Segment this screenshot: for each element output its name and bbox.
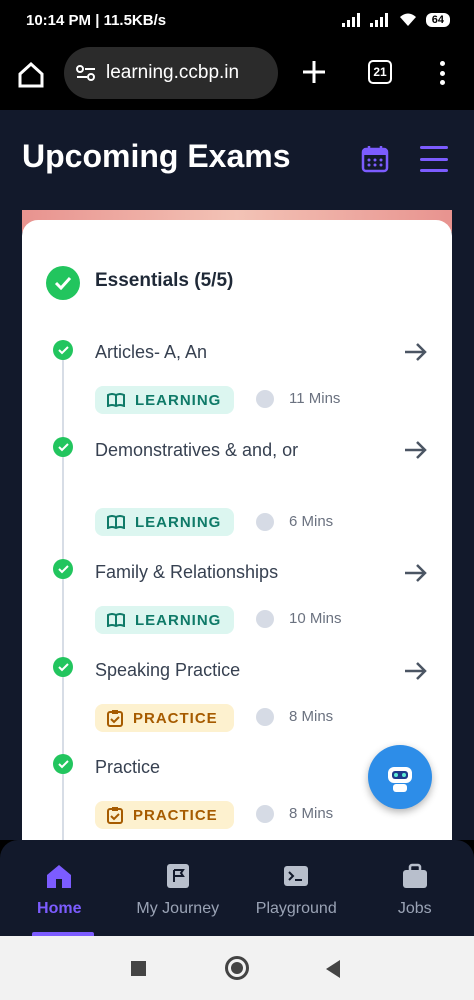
clipboard-icon <box>107 807 123 824</box>
clipboard-icon <box>107 710 123 727</box>
section-title: Essentials (5/5) <box>95 270 234 291</box>
nav-item-playground[interactable]: Playground <box>237 840 356 936</box>
new-tab-icon[interactable] <box>300 58 328 86</box>
duration-text: 6 Mins <box>289 513 334 530</box>
recent-apps-icon[interactable] <box>131 961 146 976</box>
section-complete-check-icon <box>46 266 80 300</box>
badge-label: LEARNING <box>135 513 222 531</box>
app-header: Upcoming Exams <box>0 110 474 210</box>
complete-check-icon <box>53 559 73 579</box>
browser-menu-icon[interactable] <box>432 58 452 88</box>
item-title: Speaking Practice <box>95 660 241 680</box>
clock-icon <box>256 610 274 628</box>
robot-icon <box>388 767 412 792</box>
browser-toolbar: learning.ccbp.in 21 <box>0 44 474 110</box>
signal-icon <box>341 13 360 27</box>
chatbot-button[interactable] <box>368 745 432 809</box>
item-title: Articles- A, An <box>95 342 208 362</box>
system-home-icon[interactable] <box>225 956 249 980</box>
status-bar: 10:14 PM | 11.5KB/s 64 <box>0 0 474 44</box>
clock-icon <box>256 805 274 823</box>
terminal-icon <box>284 866 309 886</box>
nav-label: My Journey <box>136 900 220 917</box>
site-settings-icon[interactable] <box>76 64 96 82</box>
battery-indicator: 64 <box>425 13 450 27</box>
duration-text: 11 Mins <box>289 390 341 407</box>
item-title: Family & Relationships <box>95 562 279 582</box>
nav-item-my-journey[interactable]: My Journey <box>119 840 238 936</box>
learning-badge: LEARNING <box>95 606 234 634</box>
complete-check-icon <box>53 754 73 774</box>
badge-label: LEARNING <box>135 391 222 409</box>
clock-icon <box>256 390 274 408</box>
nav-label: Playground <box>255 900 337 917</box>
duration-text: 10 Mins <box>289 610 342 627</box>
address-bar[interactable]: learning.ccbp.in <box>64 47 278 99</box>
clock-icon <box>256 708 274 726</box>
badge-label: LEARNING <box>135 611 222 629</box>
nav-label: Home <box>37 900 82 917</box>
wifi-icon <box>399 13 416 26</box>
item-title: Practice <box>95 757 161 777</box>
learning-badge: LEARNING <box>95 508 234 536</box>
complete-check-icon <box>53 340 73 360</box>
clock-icon <box>256 513 274 531</box>
tab-switcher-button[interactable]: 21 <box>368 60 392 84</box>
page-title: Upcoming Exams <box>22 138 291 174</box>
nav-label: Jobs <box>397 900 432 917</box>
arrow-right-icon[interactable] <box>402 658 428 684</box>
practice-badge: PRACTICE <box>95 704 234 732</box>
arrow-right-icon[interactable] <box>402 437 428 463</box>
practice-badge: PRACTICE <box>95 801 234 829</box>
learning-badge: LEARNING <box>95 386 234 414</box>
book-icon <box>107 613 125 627</box>
nav-item-jobs[interactable]: Jobs <box>356 840 474 936</box>
badge-label: PRACTICE <box>133 709 218 727</box>
book-icon <box>107 393 125 407</box>
back-icon[interactable] <box>326 960 340 978</box>
hamburger-menu-icon[interactable] <box>420 146 448 172</box>
system-nav-bar <box>0 936 474 1000</box>
flag-icon <box>166 864 189 888</box>
nav-item-home[interactable]: Home <box>0 840 119 936</box>
status-time: 10:14 PM | 11.5KB/s <box>26 12 167 29</box>
duration-text: 8 Mins <box>289 708 334 725</box>
complete-check-icon <box>53 437 73 457</box>
arrow-right-icon[interactable] <box>402 560 428 586</box>
url-text: learning.ccbp.in <box>106 62 240 83</box>
briefcase-icon <box>402 863 427 888</box>
book-icon <box>107 515 125 529</box>
item-title: Demonstratives & and, or <box>95 440 299 460</box>
bottom-nav: Home My Journey Playground Jobs <box>0 840 474 936</box>
status-icons: 64 <box>341 12 450 28</box>
badge-label: PRACTICE <box>133 806 218 824</box>
arrow-right-icon[interactable] <box>402 339 428 365</box>
calendar-icon[interactable] <box>360 144 390 174</box>
duration-text: 8 Mins <box>289 805 334 822</box>
browser-home-icon[interactable] <box>16 60 46 90</box>
signal-icon <box>369 13 388 27</box>
complete-check-icon <box>53 657 73 677</box>
home-icon <box>47 865 72 888</box>
